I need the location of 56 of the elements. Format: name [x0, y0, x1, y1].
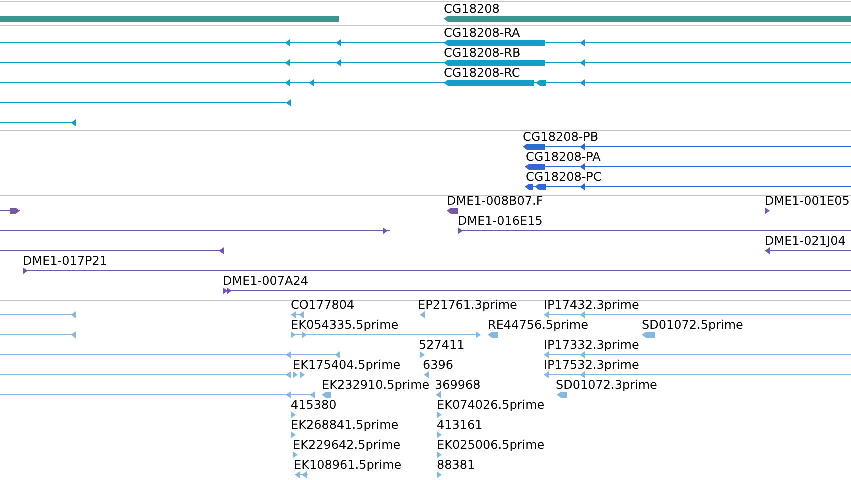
feature-label: IP17332.3prime	[544, 338, 640, 352]
feature-label: CG18208-RA	[444, 26, 520, 40]
feature-label: CG18208-PA	[526, 150, 601, 164]
est-glyph	[488, 332, 498, 338]
clone-glyph	[0, 208, 20, 214]
est-glyph	[291, 432, 296, 438]
feature-label: CG18208	[444, 2, 500, 16]
feature-label: 369968	[435, 378, 481, 392]
feature-label: 415380	[291, 398, 337, 412]
est-glyph	[293, 372, 305, 378]
feature-label: EK054335.5prime	[291, 318, 399, 332]
est-glyph	[420, 352, 425, 358]
est-glyph	[295, 472, 308, 478]
feature-label: DME1-001E05	[765, 194, 850, 208]
feature-label: DME1-016E15	[458, 214, 543, 228]
est-glyph	[291, 412, 296, 418]
est-glyph	[437, 472, 442, 478]
feature-label: SD01072.3prime	[556, 378, 658, 392]
feature-label: CG18208-PC	[526, 170, 602, 184]
feature-label: EK175404.5prime	[293, 358, 401, 372]
est-glyph	[642, 332, 655, 338]
feature-label: SD01072.5prime	[642, 318, 744, 332]
feature-label: IP17532.3prime	[544, 358, 640, 372]
feature-label: EK025006.5prime	[437, 438, 545, 452]
est-glyph	[424, 372, 429, 378]
est-glyph	[420, 312, 425, 318]
feature-label: DME1-021J04	[765, 234, 846, 248]
feature-label: EK268841.5prime	[291, 418, 399, 432]
est-glyph	[291, 312, 304, 318]
feature-label: DME1-008B07.F	[447, 194, 544, 208]
feature-label: 413161	[437, 418, 483, 432]
feature-label: 88381	[437, 458, 476, 472]
feature-label: 527411	[419, 338, 465, 352]
est-glyph	[322, 392, 331, 398]
est-glyph	[293, 452, 298, 458]
clone-glyph	[447, 208, 458, 214]
feature-label: IP17432.3prime	[544, 298, 640, 312]
est-glyph	[437, 452, 442, 458]
est-glyph	[436, 392, 441, 398]
feature-label: EK108961.5prime	[294, 458, 402, 472]
feature-label: EK229642.5prime	[293, 438, 401, 452]
feature-label: 6396	[423, 358, 454, 372]
feature-label: CO177804	[291, 298, 355, 312]
est-glyph	[437, 412, 442, 418]
feature-label: CG18208-RB	[444, 46, 521, 60]
feature-label: DME1-017P21	[23, 254, 108, 268]
est-glyph	[437, 432, 442, 438]
feature-label: EK074026.5prime	[437, 398, 545, 412]
clone-glyph	[765, 208, 770, 214]
feature-label: RE44756.5prime	[488, 318, 588, 332]
feature-label: CG18208-RC	[444, 66, 520, 80]
feature-label: EK232910.5prime	[322, 378, 430, 392]
feature-label: EP21761.3prime	[418, 298, 518, 312]
est-glyph	[557, 392, 567, 398]
feature-label: DME1-007A24	[223, 274, 309, 288]
feature-label: CG18208-PB	[523, 130, 599, 144]
